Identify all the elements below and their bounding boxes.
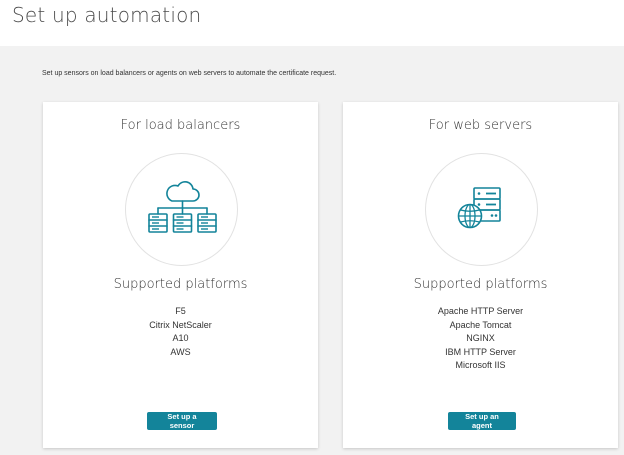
icon-circle xyxy=(425,153,538,266)
platform-item: NGINX xyxy=(466,333,495,343)
cloud-network-icon xyxy=(148,181,217,233)
card-web-servers: For web servers Supported platforms Apac… xyxy=(343,102,618,448)
page-title: Set up automation xyxy=(12,3,202,27)
card-title: For web servers xyxy=(428,118,533,133)
platform-item: Apache HTTP Server xyxy=(437,306,524,316)
platform-item: F5 xyxy=(175,306,186,316)
platform-item: Microsoft IIS xyxy=(455,360,506,370)
card-title: For load balancers xyxy=(120,118,241,133)
platform-list: F5 Citrix NetScaler A10 AWS xyxy=(43,305,318,359)
platform-item: Apache Tomcat xyxy=(449,319,512,330)
server-globe-icon xyxy=(457,187,501,229)
set-up-sensor-button[interactable]: Set up a sensor xyxy=(147,412,217,430)
icon-circle xyxy=(125,153,238,266)
platforms-title: Supported platforms xyxy=(413,277,548,292)
platform-list: Apache HTTP Server Apache Tomcat NGINX I… xyxy=(343,305,618,373)
platforms-title: Supported platforms xyxy=(113,277,248,292)
content-area: Set up sensors on load balancers or agen… xyxy=(0,46,624,455)
platform-item: A10 xyxy=(172,333,189,343)
platform-item: AWS xyxy=(170,346,191,357)
platform-item: Citrix NetScaler xyxy=(149,319,212,330)
set-up-agent-button[interactable]: Set up an agent xyxy=(448,412,516,430)
intro-text: Set up sensors on load balancers or agen… xyxy=(42,70,337,77)
card-load-balancers: For load balancers Supported platforms F… xyxy=(43,102,318,448)
platform-item: IBM HTTP Server xyxy=(445,346,516,357)
